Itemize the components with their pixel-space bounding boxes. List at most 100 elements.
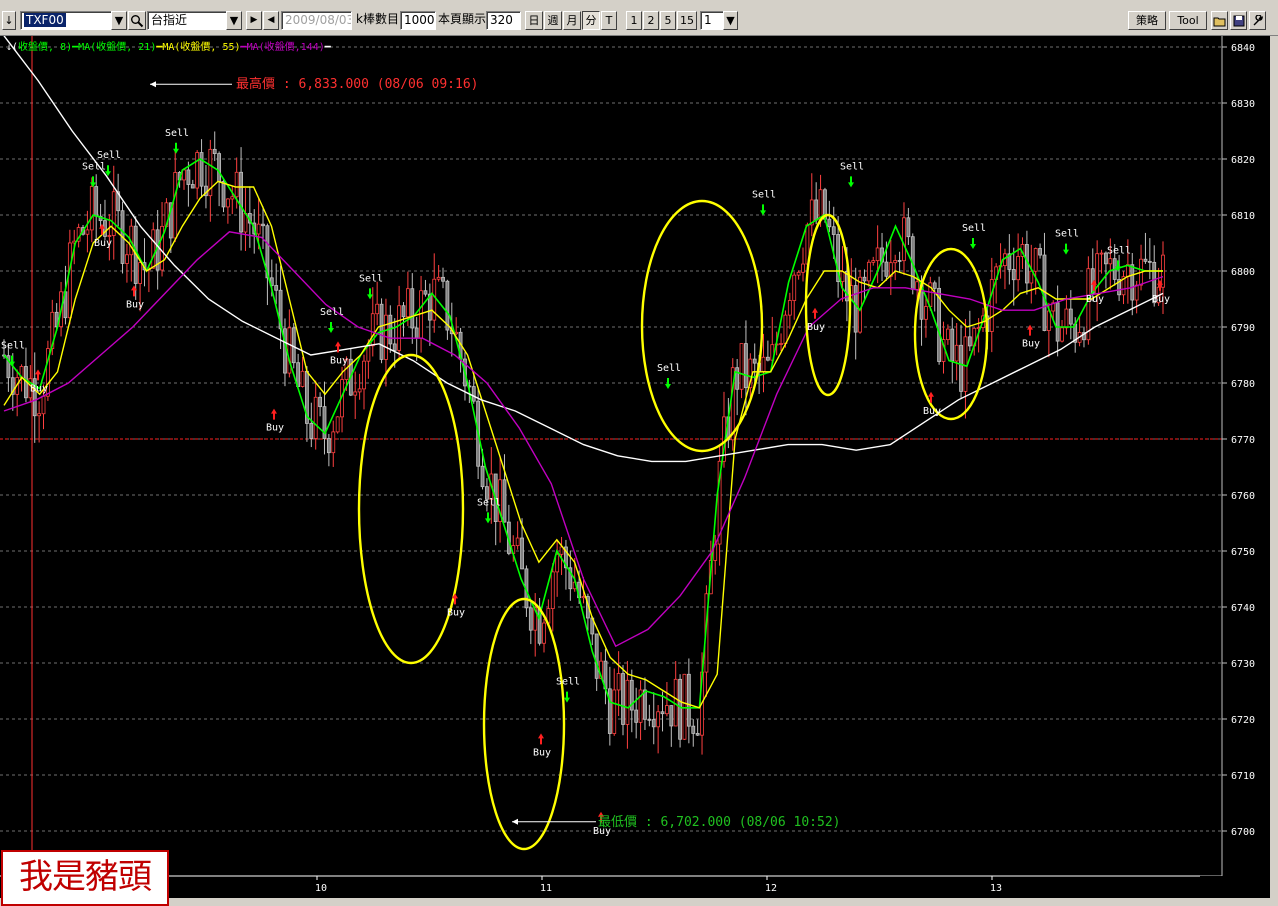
candle-body bbox=[906, 217, 911, 238]
legend-ma55: MA(收盤價, 55) bbox=[162, 42, 241, 53]
display-input[interactable]: 320 bbox=[486, 11, 521, 30]
period-day-button[interactable]: 日 bbox=[525, 11, 543, 30]
sell-label: Sell bbox=[1055, 229, 1079, 240]
sell-label: Sell bbox=[1, 341, 25, 352]
sell-arrow-icon bbox=[485, 512, 491, 524]
play-right-icon[interactable]: ▶ bbox=[246, 11, 262, 30]
candle-body bbox=[217, 153, 222, 182]
minute-5-button[interactable]: 5 bbox=[660, 11, 676, 30]
candle-body bbox=[528, 607, 533, 631]
symbol-input[interactable]: TXF00 bbox=[20, 11, 112, 30]
sell-arrow-icon bbox=[367, 288, 373, 300]
candle-body bbox=[691, 725, 696, 734]
period-minute-button[interactable]: 分 bbox=[582, 11, 600, 30]
display-label: 本頁顯示 bbox=[438, 12, 486, 26]
candle-body bbox=[875, 247, 880, 262]
candle-body bbox=[682, 673, 687, 740]
candle-body bbox=[809, 199, 814, 226]
price-tick-label: 6750 bbox=[1231, 547, 1255, 558]
minute-dropdown-icon[interactable]: ▼ bbox=[723, 11, 738, 30]
legend-ma21: MA(收盤價, 21) bbox=[78, 42, 157, 53]
candle-body bbox=[366, 345, 371, 362]
toolbar: ↓ TXF00 ▼ 台指近 ▼ ▶ ◀ 2009/08/03 k棒數目 1000… bbox=[0, 0, 1278, 36]
candle-body bbox=[752, 358, 757, 364]
time-axis-band bbox=[0, 876, 1270, 898]
minute-15-button[interactable]: 15 bbox=[677, 11, 697, 30]
sell-signal: Sell bbox=[556, 677, 580, 703]
minute-1-button[interactable]: 1 bbox=[626, 11, 642, 30]
candle-body bbox=[89, 186, 94, 231]
candle-body bbox=[1060, 327, 1064, 342]
minute-2-button[interactable]: 2 bbox=[643, 11, 659, 30]
sell-signal: Sell bbox=[359, 273, 383, 300]
period-week-button[interactable]: 週 bbox=[544, 11, 562, 30]
candle-body bbox=[884, 261, 889, 277]
candle-body bbox=[1130, 264, 1135, 301]
sell-arrow-icon bbox=[564, 691, 570, 703]
candle-body bbox=[739, 343, 744, 390]
candle-body bbox=[239, 171, 243, 233]
minute-input[interactable]: 1 bbox=[700, 11, 724, 30]
high-pointer-head bbox=[150, 81, 156, 88]
candle-body bbox=[182, 169, 186, 181]
period-tick-button[interactable]: T bbox=[601, 11, 617, 30]
candle-body bbox=[656, 711, 661, 728]
candle-body bbox=[471, 386, 476, 402]
candle-body bbox=[291, 327, 296, 364]
sell-label: Sell bbox=[962, 223, 986, 234]
candle-body bbox=[989, 279, 994, 332]
candle-body bbox=[221, 181, 226, 208]
sell-label: Sell bbox=[320, 307, 344, 318]
candle-body bbox=[445, 280, 450, 331]
candle-body bbox=[1016, 256, 1021, 281]
candle-body bbox=[256, 223, 261, 235]
candle-body bbox=[945, 328, 950, 341]
sell-label: Sell bbox=[657, 363, 681, 374]
symbol-value: TXF00 bbox=[24, 13, 66, 27]
sell-arrow-icon bbox=[848, 176, 854, 188]
save-icon[interactable] bbox=[1230, 11, 1247, 30]
candle-body bbox=[616, 673, 621, 691]
candle-body bbox=[932, 282, 937, 289]
price-chart[interactable]: Sell Buy Sell Sell Buy Sell Buy Buy Sell Buy Sell B… bbox=[0, 36, 1278, 906]
symbol-dropdown-icon[interactable]: ▼ bbox=[111, 11, 127, 30]
index-select[interactable]: 台指近 bbox=[147, 11, 227, 30]
candle-body bbox=[107, 235, 112, 237]
candle-body bbox=[1029, 270, 1034, 284]
search-icon[interactable] bbox=[128, 11, 146, 30]
down-arrow-icon[interactable]: ↓ bbox=[2, 11, 16, 30]
candle-body bbox=[1143, 258, 1148, 262]
kbar-input[interactable]: 1000 bbox=[400, 11, 436, 30]
candle-body bbox=[634, 709, 639, 723]
sell-signal: Sell bbox=[752, 189, 776, 216]
sell-signal: Sell bbox=[962, 223, 986, 249]
candle-body bbox=[401, 305, 406, 318]
price-tick-label: 6700 bbox=[1231, 827, 1255, 838]
price-tick-label: 6840 bbox=[1231, 43, 1255, 54]
candle-body bbox=[1134, 284, 1139, 301]
tool-button[interactable]: Tool bbox=[1169, 11, 1207, 30]
open-folder-icon[interactable] bbox=[1211, 11, 1228, 30]
price-tick-label: 6830 bbox=[1231, 99, 1255, 110]
buy-label: Buy bbox=[94, 238, 112, 249]
period-month-button[interactable]: 月 bbox=[563, 11, 581, 30]
candle-body bbox=[1046, 310, 1051, 331]
sell-arrow-icon bbox=[665, 378, 671, 389]
sell-label: Sell bbox=[477, 497, 501, 508]
index-dropdown-icon[interactable]: ▼ bbox=[226, 11, 242, 30]
candle-body bbox=[1011, 269, 1016, 281]
candle-body bbox=[651, 719, 656, 728]
wrench-icon[interactable] bbox=[1249, 11, 1266, 30]
date-input[interactable]: 2009/08/03 bbox=[281, 11, 352, 30]
buy-signal: Buy bbox=[447, 593, 465, 618]
price-tick-label: 6800 bbox=[1231, 267, 1255, 278]
ma-line-3 bbox=[3, 36, 1164, 463]
play-left-icon[interactable]: ◀ bbox=[263, 11, 279, 30]
candle-body bbox=[234, 171, 239, 198]
buy-signal: Buy bbox=[266, 408, 284, 434]
candle-body bbox=[414, 327, 419, 339]
candle-body bbox=[871, 260, 876, 263]
candle-body bbox=[647, 718, 652, 721]
strategy-button[interactable]: 策略 bbox=[1128, 11, 1166, 30]
candle-body bbox=[924, 306, 928, 320]
